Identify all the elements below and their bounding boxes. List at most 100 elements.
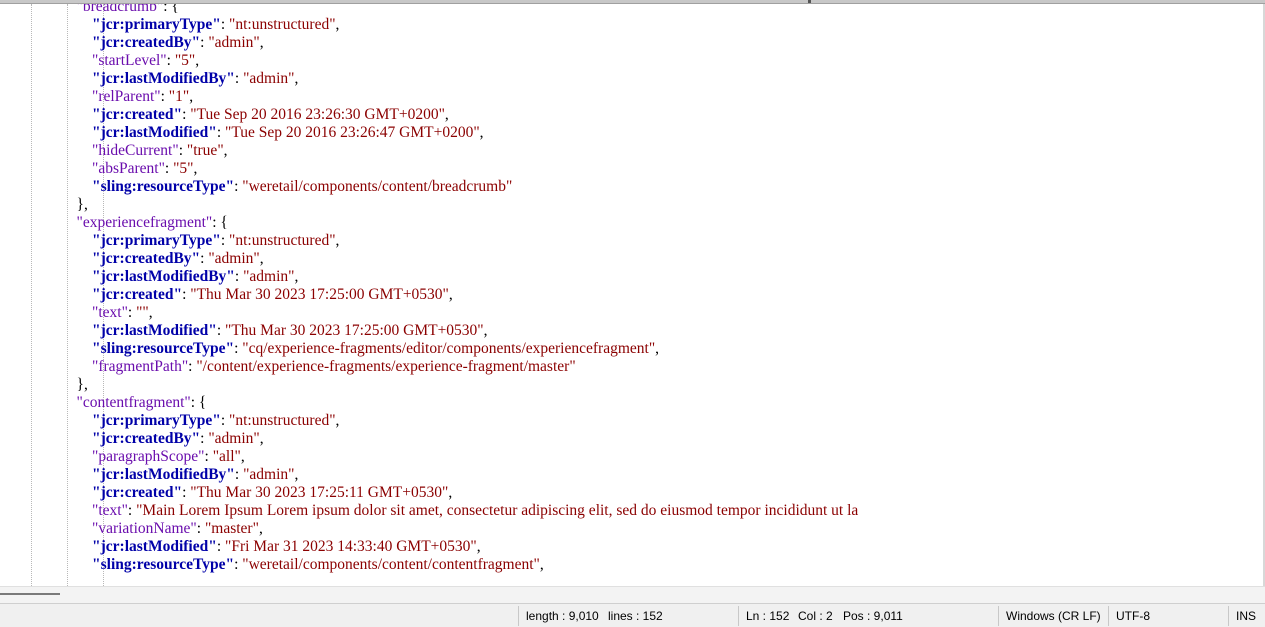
json-key: "contentfragment" (76, 394, 191, 411)
json-key: "fragmentPath" (92, 358, 189, 375)
json-punctuation: , (479, 124, 484, 141)
status-separator (998, 606, 999, 626)
json-punctuation: , (335, 16, 340, 33)
json-string-value: "admin" (243, 466, 295, 483)
json-colon: : (220, 16, 230, 33)
json-punctuation: , (193, 160, 198, 177)
status-lines: lines : 152 (608, 609, 663, 623)
json-colon: : (127, 502, 137, 519)
json-punctuation: , (294, 466, 299, 483)
json-colon: : (216, 538, 226, 555)
code-line: "startLevel": "5", (30, 52, 199, 70)
json-key: "sling:resourceType" (92, 340, 235, 357)
json-punctuation: , (483, 322, 488, 339)
json-colon: : (220, 412, 230, 429)
json-punctuation: , (258, 520, 263, 537)
json-string-value: "5" (173, 160, 194, 177)
status-line-number: Ln : 152 (746, 609, 790, 623)
json-punctuation: , (148, 304, 153, 321)
json-punctuation: , (294, 268, 299, 285)
json-string-value: "Thu Mar 30 2023 17:25:11 GMT+0530" (190, 484, 449, 501)
json-punctuation: , (335, 412, 340, 429)
json-key: "jcr:lastModifiedBy" (92, 268, 235, 285)
code-line: "jcr:primaryType": "nt:unstructured", (30, 16, 339, 34)
json-key: "jcr:createdBy" (92, 250, 201, 267)
json-punctuation: , (448, 484, 453, 501)
status-eol-format[interactable]: Windows (CR LF) (1006, 609, 1101, 623)
code-line: "jcr:created": "Thu Mar 30 2023 17:25:11… (30, 484, 452, 502)
code-line: "contentfragment": { (30, 394, 207, 412)
json-string-value: "Fri Mar 31 2023 14:33:40 GMT+0530" (225, 538, 477, 555)
json-colon: : (178, 142, 187, 159)
code-line: "text": "Main Lorem Ipsum Lorem ipsum do… (30, 502, 858, 520)
json-string-value: "Tue Sep 20 2016 23:26:47 GMT+0200" (225, 124, 480, 141)
json-colon: : (234, 268, 244, 285)
code-line: "relParent": "1", (30, 88, 193, 106)
json-colon: : (204, 448, 213, 465)
scrollbar-thumb[interactable] (0, 593, 60, 595)
json-string-value: "master" (204, 520, 259, 537)
json-key: "jcr:primaryType" (92, 16, 221, 33)
json-punctuation: , (195, 52, 200, 69)
json-key: "jcr:created" (92, 286, 183, 303)
json-colon: : (190, 394, 199, 411)
code-editor[interactable]: "breadcrumb": { "jcr:primaryType": "nt:u… (0, 4, 1263, 586)
code-line: }, (30, 196, 88, 214)
json-string-value: "nt:unstructured" (229, 16, 336, 33)
json-punctuation: }, (76, 376, 88, 393)
code-line: "jcr:created": "Thu Mar 30 2023 17:25:00… (30, 286, 453, 304)
json-colon: : (234, 466, 244, 483)
code-line: "breadcrumb": { (30, 4, 179, 16)
json-punctuation: , (259, 430, 264, 447)
json-string-value: "nt:unstructured" (229, 412, 336, 429)
code-line: "jcr:createdBy": "admin", (30, 430, 264, 448)
json-punctuation: { (171, 4, 179, 15)
status-insert-mode[interactable]: INS (1236, 609, 1256, 623)
code-line: }, (30, 376, 88, 394)
json-punctuation: , (448, 286, 453, 303)
status-column: Col : 2 (798, 609, 833, 623)
json-colon: : (216, 322, 226, 339)
json-colon: : (234, 70, 244, 87)
json-punctuation: , (335, 232, 340, 249)
json-string-value: "admin" (243, 70, 295, 87)
status-separator (738, 606, 739, 626)
json-string-value: "1" (168, 88, 190, 105)
json-key: "jcr:primaryType" (92, 232, 221, 249)
json-colon: : (216, 124, 226, 141)
status-encoding[interactable]: UTF-8 (1116, 609, 1150, 623)
json-string-value: "Thu Mar 30 2023 17:25:00 GMT+0530" (190, 286, 449, 303)
code-line: "sling:resourceType": "weretail/componen… (30, 556, 544, 574)
json-key: "text" (92, 304, 128, 321)
horizontal-scrollbar[interactable] (0, 586, 1265, 604)
json-key: "hideCurrent" (92, 142, 179, 159)
json-string-value: "Thu Mar 30 2023 17:25:00 GMT+0530" (225, 322, 484, 339)
code-line: "jcr:lastModifiedBy": "admin", (30, 466, 298, 484)
json-string-value: "/content/experience-fragments/experienc… (196, 358, 576, 375)
json-string-value: "weretail/components/content/contentfrag… (242, 556, 540, 573)
code-line: "jcr:lastModified": "Tue Sep 20 2016 23:… (30, 124, 484, 142)
json-key: "jcr:primaryType" (92, 412, 221, 429)
json-string-value: "admin" (208, 250, 260, 267)
json-string-value: "" (136, 304, 149, 321)
json-key: "startLevel" (92, 52, 167, 69)
code-line: "jcr:lastModifiedBy": "admin", (30, 268, 298, 286)
code-line: "jcr:lastModified": "Fri Mar 31 2023 14:… (30, 538, 481, 556)
json-string-value: "nt:unstructured" (229, 232, 336, 249)
json-key: "text" (92, 502, 128, 519)
code-line: "jcr:lastModified": "Thu Mar 30 2023 17:… (30, 322, 488, 340)
top-marker (808, 0, 811, 3)
